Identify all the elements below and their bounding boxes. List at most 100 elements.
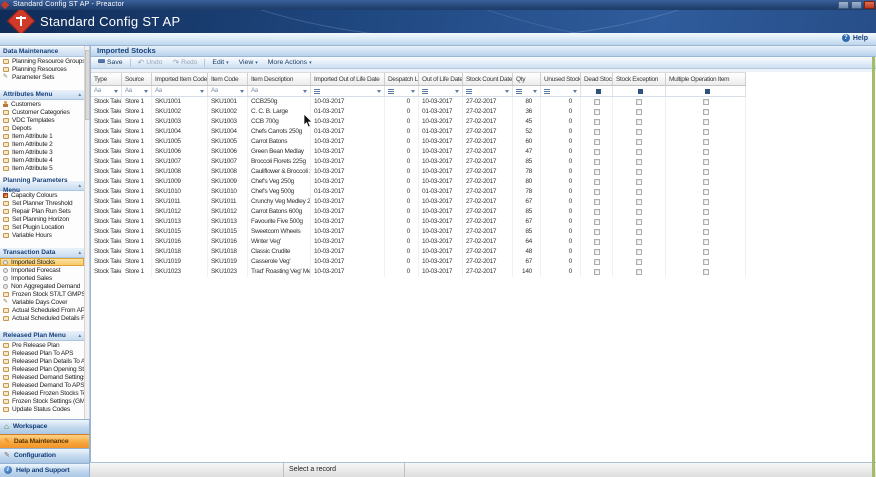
- cell-item_code[interactable]: SKU1013: [208, 217, 248, 227]
- multiple_operation_item-checkbox[interactable]: [703, 229, 709, 235]
- table-row[interactable]: Stock TakeStore 1SKU1019SKU1019Casserole…: [91, 257, 746, 267]
- cell-item_code[interactable]: SKU1001: [208, 97, 248, 107]
- checkbox-filter-icon[interactable]: [638, 89, 643, 94]
- filter-cell-stock-exception[interactable]: [613, 86, 666, 96]
- cell-item_code[interactable]: SKU1005: [208, 137, 248, 147]
- cell-item_description[interactable]: CCB250g: [248, 97, 311, 107]
- sidebar-item-imported-stocks[interactable]: Imported Stocks: [0, 258, 84, 266]
- cell-stock_exception[interactable]: [613, 187, 666, 197]
- stock_exception-checkbox[interactable]: [636, 169, 642, 175]
- dead_stock-checkbox[interactable]: [594, 219, 600, 225]
- cell-dead_stock[interactable]: [581, 167, 613, 177]
- cell-imported_out_of_life_date[interactable]: 10-03-2017: [311, 247, 385, 257]
- table-row[interactable]: Stock TakeStore 1SKU1003SKU1003CCB 700g1…: [91, 117, 746, 127]
- sidebar-item-set-planner-threshold[interactable]: Set Planner Threshold: [0, 199, 84, 207]
- cell-unused_stock[interactable]: 0: [541, 227, 581, 237]
- cell-unused_stock[interactable]: 0: [541, 107, 581, 117]
- multiple_operation_item-checkbox[interactable]: [703, 139, 709, 145]
- cell-item_code[interactable]: SKU1008: [208, 167, 248, 177]
- cell-item_description[interactable]: Sweetcorn Wheels: [248, 227, 311, 237]
- sidebar-item-actual-scheduled-details-from-aps[interactable]: Actual Scheduled Details From APS: [0, 314, 84, 322]
- sidebar-item-released-demand-settings-aps[interactable]: Released Demand Settings (APS): [0, 373, 84, 381]
- cell-stock_count_date[interactable]: 27-02-2017: [463, 267, 513, 277]
- cell-qty[interactable]: 78: [513, 167, 541, 177]
- table-row[interactable]: Stock TakeStore 1SKU1009SKU1009Chef's Ve…: [91, 177, 746, 187]
- cell-imported_out_of_life_date[interactable]: 01-03-2017: [311, 107, 385, 117]
- dead_stock-checkbox[interactable]: [594, 99, 600, 105]
- sidebar-item-parameter-sets[interactable]: ✎Parameter Sets: [0, 73, 84, 81]
- cell-source[interactable]: Store 1: [122, 267, 152, 277]
- cell-source[interactable]: Store 1: [122, 117, 152, 127]
- sidebar-item-repair-plan-run-sets[interactable]: Repair Plan Run Sets: [0, 207, 84, 215]
- multiple_operation_item-checkbox[interactable]: [703, 129, 709, 135]
- cell-unused_stock[interactable]: 0: [541, 207, 581, 217]
- cell-imported_item_code[interactable]: SKU1019: [152, 257, 208, 267]
- cell-imported_item_code[interactable]: SKU1011: [152, 197, 208, 207]
- dead_stock-checkbox[interactable]: [594, 169, 600, 175]
- cell-despatch_life[interactable]: 0: [385, 257, 419, 267]
- stock_exception-checkbox[interactable]: [636, 179, 642, 185]
- filter-dropdown-icon[interactable]: [144, 90, 148, 93]
- cell-type[interactable]: Stock Take: [91, 127, 122, 137]
- cell-unused_stock[interactable]: 0: [541, 217, 581, 227]
- table-row[interactable]: Stock TakeStore 1SKU1005SKU1005Carrot Ba…: [91, 137, 746, 147]
- checkbox-filter-icon[interactable]: [596, 89, 601, 94]
- filter-cell-item-code[interactable]: Aa: [208, 86, 248, 96]
- cell-type[interactable]: Stock Take: [91, 197, 122, 207]
- cell-despatch_life[interactable]: 0: [385, 147, 419, 157]
- cell-qty[interactable]: 45: [513, 117, 541, 127]
- table-row[interactable]: Stock TakeStore 1SKU1012SKU1012Carrot Ba…: [91, 207, 746, 217]
- multiple_operation_item-checkbox[interactable]: [703, 119, 709, 125]
- nav-data-maintenance[interactable]: ✎Data Maintenance: [0, 434, 90, 449]
- table-row[interactable]: Stock TakeStore 1SKU1018SKU1018Classic C…: [91, 247, 746, 257]
- more-actions-menu-button[interactable]: More Actions▾: [265, 58, 315, 68]
- table-row[interactable]: Stock TakeStore 1SKU1011SKU1011Crunchy V…: [91, 197, 746, 207]
- cell-stock_exception[interactable]: [613, 127, 666, 137]
- column-header-imported-item-code[interactable]: Imported Item Code: [152, 73, 208, 85]
- cell-dead_stock[interactable]: [581, 217, 613, 227]
- cell-item_code[interactable]: SKU1019: [208, 257, 248, 267]
- cell-out_of_life_date[interactable]: 10-03-2017: [419, 267, 463, 277]
- cell-stock_exception[interactable]: [613, 197, 666, 207]
- sidebar-item-vdc-templates[interactable]: VDC Templates: [0, 116, 84, 124]
- cell-qty[interactable]: 85: [513, 207, 541, 217]
- cell-despatch_life[interactable]: 0: [385, 217, 419, 227]
- cell-stock_exception[interactable]: [613, 117, 666, 127]
- cell-qty[interactable]: 67: [513, 257, 541, 267]
- cell-type[interactable]: Stock Take: [91, 97, 122, 107]
- save-button[interactable]: Save: [95, 58, 126, 68]
- filter-cell-dead-stock[interactable]: [581, 86, 613, 96]
- cell-despatch_life[interactable]: 0: [385, 267, 419, 277]
- dead_stock-checkbox[interactable]: [594, 149, 600, 155]
- column-header-stock-exception[interactable]: Stock Exception: [613, 73, 666, 85]
- cell-despatch_life[interactable]: 0: [385, 127, 419, 137]
- cell-stock_count_date[interactable]: 27-02-2017: [463, 117, 513, 127]
- cell-imported_item_code[interactable]: SKU1003: [152, 117, 208, 127]
- cell-out_of_life_date[interactable]: 10-03-2017: [419, 97, 463, 107]
- dead_stock-checkbox[interactable]: [594, 199, 600, 205]
- cell-imported_item_code[interactable]: SKU1005: [152, 137, 208, 147]
- cell-item_code[interactable]: SKU1016: [208, 237, 248, 247]
- cell-out_of_life_date[interactable]: 10-03-2017: [419, 157, 463, 167]
- cell-type[interactable]: Stock Take: [91, 267, 122, 277]
- cell-unused_stock[interactable]: 0: [541, 117, 581, 127]
- multiple_operation_item-checkbox[interactable]: [703, 209, 709, 215]
- cell-unused_stock[interactable]: 0: [541, 187, 581, 197]
- cell-out_of_life_date[interactable]: 10-03-2017: [419, 197, 463, 207]
- dead_stock-checkbox[interactable]: [594, 239, 600, 245]
- cell-source[interactable]: Store 1: [122, 207, 152, 217]
- cell-stock_exception[interactable]: [613, 147, 666, 157]
- cell-stock_exception[interactable]: [613, 237, 666, 247]
- cell-stock_exception[interactable]: [613, 227, 666, 237]
- cell-unused_stock[interactable]: 0: [541, 147, 581, 157]
- stock_exception-checkbox[interactable]: [636, 229, 642, 235]
- cell-out_of_life_date[interactable]: 10-03-2017: [419, 257, 463, 267]
- multiple_operation_item-checkbox[interactable]: [703, 99, 709, 105]
- sidebar-item-non-aggregated-demand[interactable]: Non Aggregated Demand: [0, 282, 84, 290]
- cell-imported_item_code[interactable]: SKU1018: [152, 247, 208, 257]
- cell-stock_count_date[interactable]: 27-02-2017: [463, 177, 513, 187]
- dead_stock-checkbox[interactable]: [594, 189, 600, 195]
- cell-stock_count_date[interactable]: 27-02-2017: [463, 147, 513, 157]
- dead_stock-checkbox[interactable]: [594, 249, 600, 255]
- maximize-button[interactable]: [851, 1, 862, 9]
